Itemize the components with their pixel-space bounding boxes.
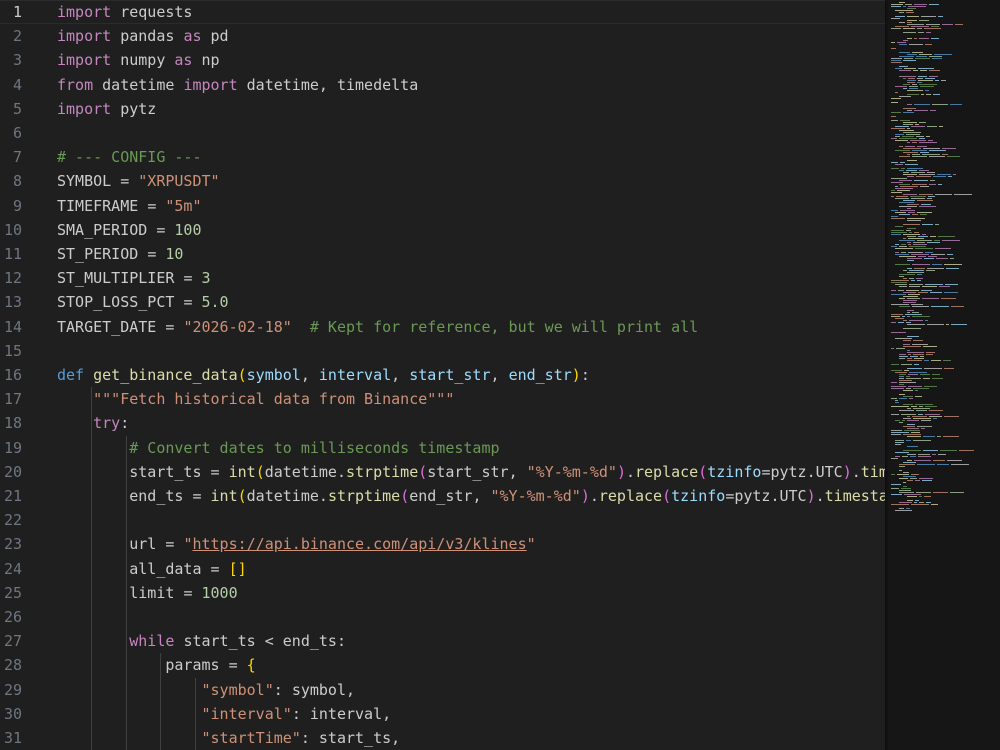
minimap[interactable] [885, 0, 1000, 750]
code-line[interactable]: import pandas as pd [57, 24, 229, 48]
code-line[interactable]: SYMBOL = "XRPUSDT" [57, 169, 220, 193]
code-line[interactable]: params = { [57, 653, 255, 677]
code-line[interactable]: "startTime": start_ts, [57, 726, 401, 750]
minimap-content [891, 0, 996, 750]
code-line[interactable]: ST_PERIOD = 10 [57, 242, 183, 266]
code-area[interactable]: import requests import pandas as pd import… [0, 0, 885, 750]
code-line[interactable]: url = "https://api.binance.com/api/v3/kl… [57, 532, 535, 556]
code-line[interactable]: try: [57, 411, 129, 435]
code-line[interactable]: "symbol": symbol, [57, 678, 356, 702]
minimap-shadow [885, 0, 889, 750]
code-line[interactable]: from datetime import datetime, timedelta [57, 73, 418, 97]
code-line[interactable]: all_data = [] [57, 557, 246, 581]
code-line[interactable]: ST_MULTIPLIER = 3 [57, 266, 211, 290]
code-line[interactable]: # --- CONFIG --- [57, 145, 202, 169]
code-line[interactable]: start_ts = int(datetime.strptime(start_s… [57, 460, 885, 484]
indent-guide [91, 387, 93, 750]
code-line[interactable]: limit = 1000 [57, 581, 237, 605]
indent-guide [194, 677, 196, 750]
code-line[interactable]: STOP_LOSS_PCT = 5.0 [57, 290, 229, 314]
code-line[interactable]: import numpy as np [57, 48, 220, 72]
code-line[interactable]: TARGET_DATE = "2026-02-18" # Kept for re… [57, 315, 698, 339]
code-line[interactable]: def get_binance_data(symbol, interval, s… [57, 363, 590, 387]
code-line[interactable]: TIMEFRAME = "5m" [57, 194, 202, 218]
code-line[interactable]: "interval": interval, [57, 702, 392, 726]
code-line[interactable]: while start_ts < end_ts: [57, 629, 346, 653]
code-line[interactable]: end_ts = int(datetime.strptime(end_str, … [57, 484, 885, 508]
indent-guide [125, 435, 127, 750]
code-line[interactable]: import pytz [57, 97, 156, 121]
code-line[interactable]: """Fetch historical data from Binance""" [57, 387, 454, 411]
code-line[interactable]: import requests [57, 0, 192, 24]
code-line[interactable]: SMA_PERIOD = 100 [57, 218, 202, 242]
code-line[interactable]: # Convert dates to milliseconds timestam… [57, 436, 499, 460]
indent-guide [160, 653, 162, 750]
code-editor[interactable]: 1 2 3 4 5 6 7 8 9 10 11 12 13 14 15 16 17 18 19 20 21 22 23 24 2… [0, 0, 1000, 750]
